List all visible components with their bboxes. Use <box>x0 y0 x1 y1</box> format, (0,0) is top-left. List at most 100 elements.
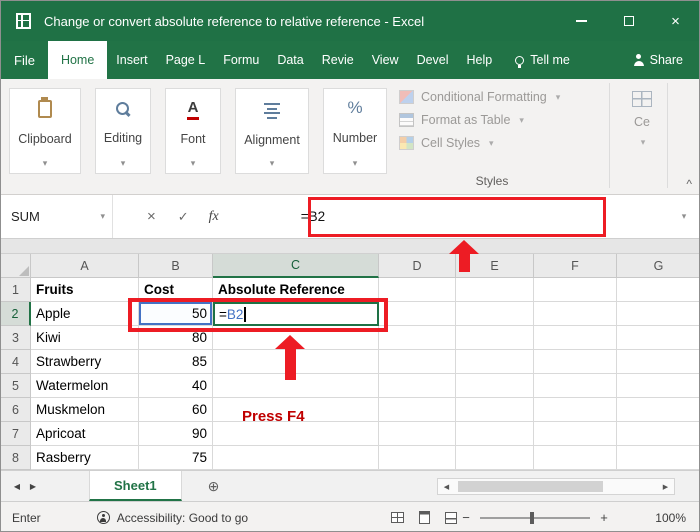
cell-f4[interactable] <box>534 350 617 374</box>
cell-a7[interactable]: Apricoat <box>31 422 139 446</box>
sheet-tab-sheet1[interactable]: Sheet1 <box>89 471 182 501</box>
tell-me-button[interactable]: Tell me <box>515 41 570 79</box>
cell-d1[interactable] <box>379 278 456 302</box>
cell-d6[interactable] <box>379 398 456 422</box>
normal-view-button[interactable] <box>391 512 404 523</box>
insert-function-button[interactable]: fx <box>209 209 219 225</box>
share-button[interactable]: Share <box>633 41 683 79</box>
row-header-7[interactable]: 7 <box>1 422 31 446</box>
cell-c7[interactable] <box>213 422 379 446</box>
horizontal-scrollbar[interactable]: ◀ ▶ <box>437 478 675 495</box>
cell-b2-referenced[interactable]: 50 <box>139 302 213 326</box>
sheet-nav-right-button[interactable]: ▶ <box>25 482 41 491</box>
confirm-entry-button[interactable]: ✓ <box>178 209 189 225</box>
tab-formulas[interactable]: Formu <box>214 41 268 79</box>
clipboard-group-button[interactable]: Clipboard ▾ <box>9 88 81 174</box>
zoom-out-button[interactable]: − <box>461 510 471 525</box>
alignment-group-button[interactable]: Alignment ▾ <box>235 88 309 174</box>
row-header-2[interactable]: 2 <box>1 302 31 326</box>
scrollbar-track[interactable] <box>455 479 657 494</box>
cell-g7[interactable] <box>617 422 699 446</box>
scrollbar-thumb[interactable] <box>458 481 604 492</box>
cell-d3[interactable] <box>379 326 456 350</box>
cell-a2[interactable]: Apple <box>31 302 139 326</box>
cell-b8[interactable]: 75 <box>139 446 213 470</box>
cancel-entry-button[interactable]: × <box>147 208 156 225</box>
column-header-d[interactable]: D <box>379 254 456 278</box>
scroll-right-icon[interactable]: ▶ <box>657 479 674 494</box>
cell-a4[interactable]: Strawberry <box>31 350 139 374</box>
name-box[interactable]: SUM ▾ <box>1 195 113 238</box>
row-header-6[interactable]: 6 <box>1 398 31 422</box>
cell-a8[interactable]: Rasberry <box>31 446 139 470</box>
formula-input[interactable]: =B2 <box>219 195 669 238</box>
cell-b6[interactable]: 60 <box>139 398 213 422</box>
cell-c2-editing[interactable]: = B2 <box>213 302 379 326</box>
tab-home[interactable]: Home <box>47 41 108 79</box>
column-header-a[interactable]: A <box>31 254 139 278</box>
cell-f8[interactable] <box>534 446 617 470</box>
cell-e1[interactable] <box>456 278 534 302</box>
accessibility-status[interactable]: Accessibility: Good to go <box>96 511 248 525</box>
zoom-in-button[interactable]: + <box>599 510 609 525</box>
cell-styles-button[interactable]: Cell Styles ▾ <box>399 136 560 150</box>
page-break-view-button[interactable] <box>445 511 457 524</box>
tab-view[interactable]: View <box>363 41 408 79</box>
column-header-g[interactable]: G <box>617 254 699 278</box>
tab-data[interactable]: Data <box>268 41 312 79</box>
minimize-button[interactable] <box>558 1 605 41</box>
font-group-button[interactable]: A Font ▾ <box>165 88 221 174</box>
cell-b7[interactable]: 90 <box>139 422 213 446</box>
cell-a3[interactable]: Kiwi <box>31 326 139 350</box>
cell-c3[interactable] <box>213 326 379 350</box>
cell-e3[interactable] <box>456 326 534 350</box>
scroll-left-icon[interactable]: ◀ <box>438 479 455 494</box>
zoom-level[interactable]: 100% <box>655 511 686 525</box>
cell-g8[interactable] <box>617 446 699 470</box>
cell-b5[interactable]: 40 <box>139 374 213 398</box>
maximize-button[interactable] <box>605 1 652 41</box>
cell-a5[interactable]: Watermelon <box>31 374 139 398</box>
zoom-slider-thumb[interactable] <box>530 511 534 524</box>
format-as-table-button[interactable]: Format as Table ▾ <box>399 113 560 127</box>
column-header-e[interactable]: E <box>456 254 534 278</box>
cell-d5[interactable] <box>379 374 456 398</box>
row-header-8[interactable]: 8 <box>1 446 31 470</box>
cell-e8[interactable] <box>456 446 534 470</box>
tab-help[interactable]: Help <box>458 41 502 79</box>
page-layout-view-button[interactable] <box>419 511 430 524</box>
tab-file[interactable]: File <box>1 41 48 79</box>
name-box-dropdown-icon[interactable]: ▾ <box>100 211 105 222</box>
cell-a1[interactable]: Fruits <box>31 278 139 302</box>
column-header-c[interactable]: C <box>213 254 379 278</box>
row-header-5[interactable]: 5 <box>1 374 31 398</box>
close-button[interactable]: × <box>652 1 699 41</box>
cell-g2[interactable] <box>617 302 699 326</box>
row-header-4[interactable]: 4 <box>1 350 31 374</box>
cell-g3[interactable] <box>617 326 699 350</box>
cell-d8[interactable] <box>379 446 456 470</box>
cell-f6[interactable] <box>534 398 617 422</box>
tab-developer[interactable]: Devel <box>408 41 458 79</box>
cell-e6[interactable] <box>456 398 534 422</box>
cell-g6[interactable] <box>617 398 699 422</box>
cell-b4[interactable]: 85 <box>139 350 213 374</box>
row-header-3[interactable]: 3 <box>1 326 31 350</box>
cell-f1[interactable] <box>534 278 617 302</box>
cell-e7[interactable] <box>456 422 534 446</box>
formula-bar-expand-button[interactable]: ▾ <box>669 211 699 222</box>
cell-b3[interactable]: 80 <box>139 326 213 350</box>
cell-f2[interactable] <box>534 302 617 326</box>
tab-review[interactable]: Revie <box>313 41 363 79</box>
tab-insert[interactable]: Insert <box>107 41 156 79</box>
cell-c1[interactable]: Absolute Reference <box>213 278 379 302</box>
column-header-b[interactable]: B <box>139 254 213 278</box>
cell-g5[interactable] <box>617 374 699 398</box>
tab-page-layout[interactable]: Page L <box>157 41 215 79</box>
cell-d2[interactable] <box>379 302 456 326</box>
cell-f5[interactable] <box>534 374 617 398</box>
cell-g1[interactable] <box>617 278 699 302</box>
collapse-ribbon-button[interactable]: ^ <box>686 177 692 191</box>
cells-group-button[interactable]: Ce ▾ <box>621 91 663 148</box>
cell-g4[interactable] <box>617 350 699 374</box>
